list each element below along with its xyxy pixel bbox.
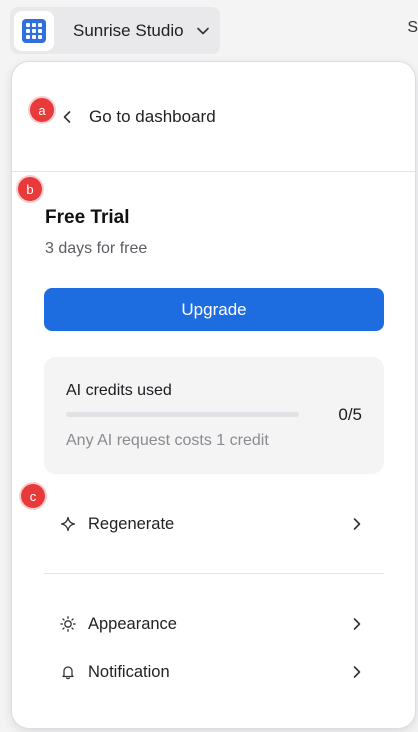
chevron-right-icon: [350, 665, 364, 679]
menu-item-notification[interactable]: Notification: [44, 652, 384, 692]
ai-credits-card: AI credits used 0/5 Any AI request costs…: [44, 357, 384, 474]
grid-app-icon: [22, 18, 46, 43]
plan-subtitle: 3 days for free: [45, 240, 148, 257]
annotation-badge-c: c: [21, 484, 45, 508]
menu-item-regenerate[interactable]: Regenerate: [44, 504, 384, 544]
chevron-right-icon: [350, 617, 364, 631]
chevron-right-icon: [350, 517, 364, 531]
upgrade-button[interactable]: Upgrade: [44, 288, 384, 331]
menu-item-label: Notification: [88, 662, 170, 681]
plan-title: Free Trial: [45, 207, 130, 228]
menu-item-label: Appearance: [88, 614, 177, 633]
menu-item-label: Regenerate: [88, 514, 175, 533]
bell-icon: [59, 663, 77, 681]
ai-credits-count: 0/5: [338, 405, 362, 424]
sparkle-icon: [59, 515, 77, 533]
screen: Sunrise Studio S Go to dashboard Free Tr…: [0, 0, 418, 732]
workspace-menu-panel: Go to dashboard Free Trial 3 days for fr…: [11, 61, 416, 729]
annotation-badge-b: b: [18, 177, 42, 201]
go-to-dashboard-label: Go to dashboard: [89, 107, 216, 126]
ai-credits-note: Any AI request costs 1 credit: [66, 432, 269, 449]
workspace-switcher[interactable]: Sunrise Studio: [10, 7, 220, 54]
annotation-badge-a: a: [30, 98, 54, 122]
divider: [12, 171, 415, 172]
go-to-dashboard-link[interactable]: Go to dashboard: [60, 100, 216, 134]
background-text: S: [407, 19, 418, 36]
divider: [44, 573, 384, 574]
workspace-name: Sunrise Studio: [73, 20, 184, 40]
ai-credits-title: AI credits used: [66, 382, 172, 399]
chevron-left-icon: [60, 110, 74, 124]
ai-credits-progress-bar: [66, 412, 299, 417]
menu-item-appearance[interactable]: Appearance: [44, 604, 384, 644]
app-logo: [14, 10, 54, 51]
sun-icon: [59, 615, 77, 633]
chevron-down-icon: [196, 24, 210, 38]
